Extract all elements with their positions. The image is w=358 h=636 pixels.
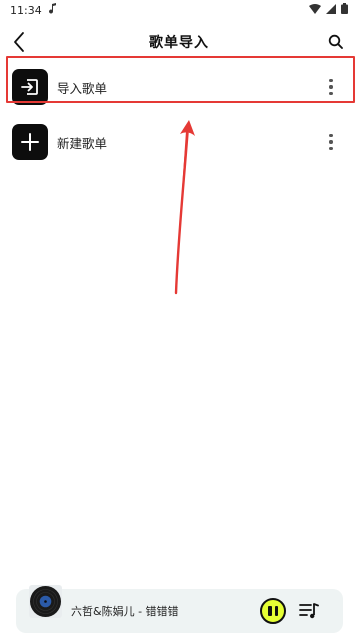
search-button[interactable] xyxy=(328,34,344,50)
list-item-label: 导入歌单 xyxy=(57,80,108,96)
more-vertical-icon xyxy=(329,79,333,83)
page-title: 歌单导入 xyxy=(149,35,209,51)
status-icons xyxy=(309,3,348,17)
more-vertical-icon xyxy=(329,134,333,138)
more-options-button[interactable] xyxy=(326,132,336,152)
wifi-icon xyxy=(309,3,321,17)
pause-icon xyxy=(268,606,272,616)
pause-button[interactable] xyxy=(260,598,286,624)
battery-icon xyxy=(341,3,348,17)
top-bar: 歌单导入 xyxy=(0,24,358,60)
music-note-icon xyxy=(48,3,57,17)
queue-music-icon xyxy=(299,603,319,619)
list-item-import-playlist[interactable]: 导入歌单 xyxy=(0,63,358,111)
search-icon xyxy=(328,34,343,49)
status-time: 11:34 xyxy=(10,3,42,17)
status-bar: 11:34 xyxy=(0,0,358,20)
playlist-queue-button[interactable] xyxy=(299,602,319,620)
list-item-label: 新建歌单 xyxy=(57,135,108,151)
signal-icon xyxy=(326,3,336,17)
plus-icon xyxy=(12,124,48,160)
more-options-button[interactable] xyxy=(326,77,336,97)
back-button[interactable] xyxy=(10,30,30,54)
list-item-new-playlist[interactable]: 新建歌单 xyxy=(0,118,358,166)
mini-player[interactable]: 六哲&陈娟儿 - 错错错 xyxy=(16,585,343,633)
import-icon xyxy=(12,69,48,105)
screen: 11:34 歌单导入 导入歌单 新建歌单 六哲&陈娟儿 - 错错错 xyxy=(0,0,358,636)
now-playing-title[interactable]: 六哲&陈娟儿 - 错错错 xyxy=(71,603,179,619)
album-disc[interactable] xyxy=(29,585,62,618)
chevron-left-icon xyxy=(14,32,24,52)
